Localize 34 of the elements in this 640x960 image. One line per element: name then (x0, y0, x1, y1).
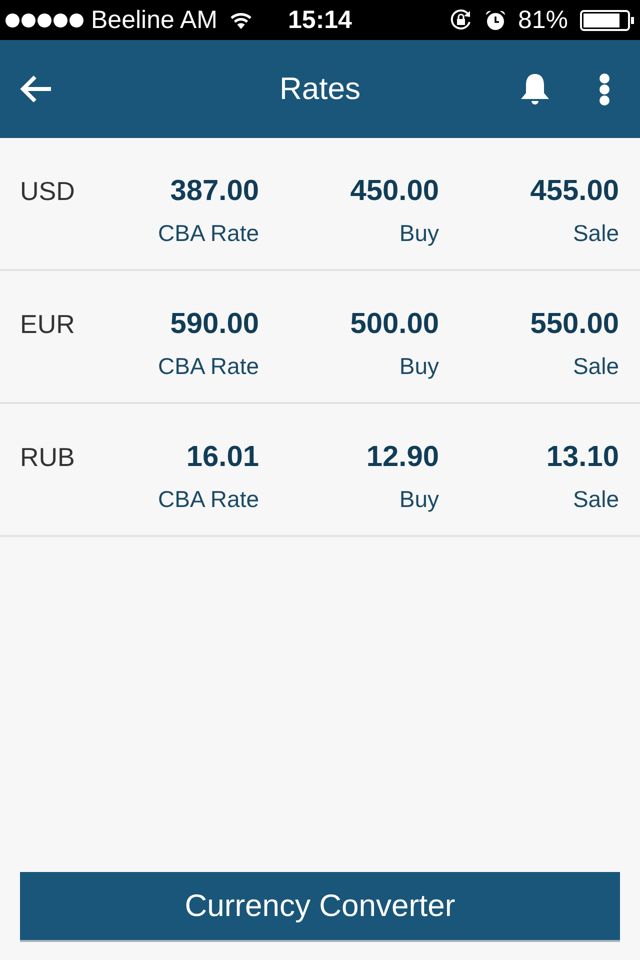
rate-label: Buy (398, 352, 439, 381)
rate-label: Sale (572, 352, 619, 381)
rate-value: 455.00 (529, 174, 619, 208)
rate-label: Sale (572, 219, 619, 248)
rate-value: 500.00 (349, 307, 439, 341)
currency-code: USD (20, 175, 76, 208)
battery-icon (580, 10, 635, 30)
rotation-lock-icon (448, 8, 473, 32)
rate-label: Buy (398, 485, 439, 514)
bell-icon[interactable] (519, 72, 551, 106)
rate-value: 12.90 (365, 440, 439, 474)
rate-label: CBA Rate (157, 352, 259, 381)
currency-code: EUR (20, 308, 76, 341)
rate-value: 590.00 (169, 307, 259, 341)
rate-value: 387.00 (169, 174, 259, 208)
back-arrow-icon[interactable] (20, 74, 53, 104)
screen-title: Rates (280, 71, 360, 107)
rate-value: 450.00 (349, 174, 439, 208)
rate-label: Sale (572, 485, 619, 514)
carrier-name: Beeline AM (91, 6, 218, 34)
currency-code: RUB (20, 441, 76, 474)
rate-value: 13.10 (545, 440, 619, 474)
rate-value: 550.00 (529, 307, 619, 341)
wifi-icon (230, 12, 252, 28)
currency-converter-button[interactable]: Currency Converter (20, 872, 620, 940)
rate-label: CBA Rate (157, 219, 259, 248)
battery-percent: 81% (518, 6, 568, 34)
alarm-clock-icon (484, 10, 506, 30)
more-menu-icon[interactable] (599, 72, 610, 106)
signal-icon (5, 12, 84, 28)
rate-value: 16.01 (185, 440, 259, 474)
clock-time: 15:14 (288, 6, 352, 34)
rate-label: Buy (398, 219, 439, 248)
rate-label: CBA Rate (157, 485, 259, 514)
